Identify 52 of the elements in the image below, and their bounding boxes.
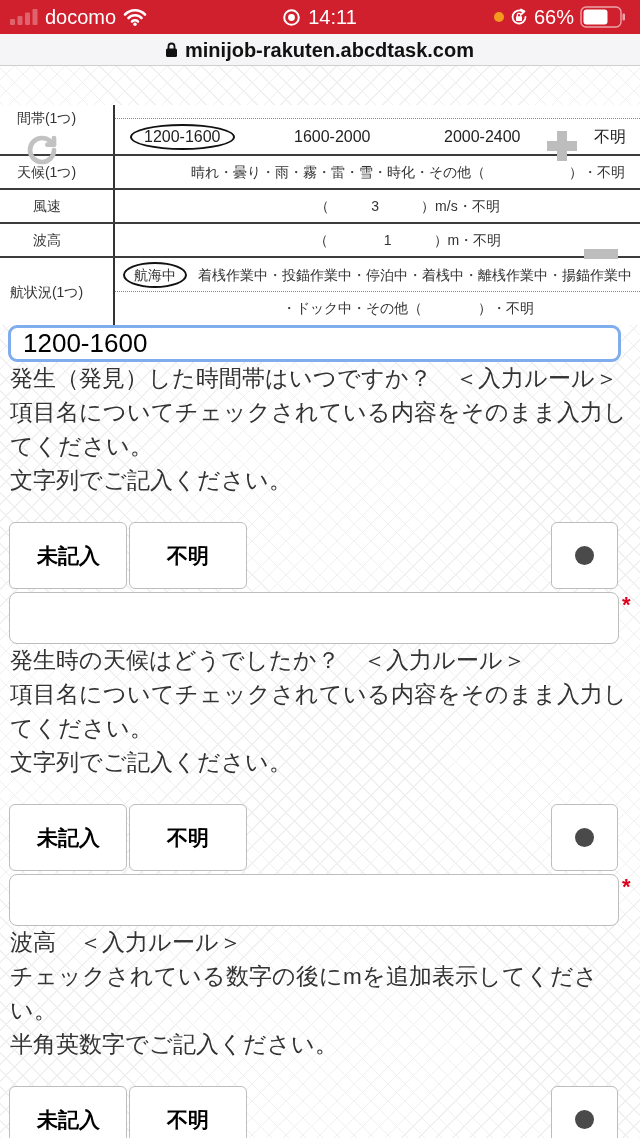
clock-time: 14:11 (308, 7, 357, 27)
answer-field[interactable]: 1200-1600 (8, 325, 621, 362)
battery-icon (580, 6, 626, 28)
answer-option-button[interactable]: 未記入 (9, 522, 127, 589)
question-text: 波高 ＜入力ルール＞ (9, 929, 243, 957)
form-label: 間帯(1つ) (16, 109, 77, 127)
dot-button[interactable] (551, 804, 618, 871)
lock-icon (166, 42, 177, 57)
form-text: （ 3 ）m/s・不明 (315, 196, 500, 216)
form-option: 1600-2000 (280, 123, 385, 150)
dot-button[interactable] (551, 522, 618, 589)
form-text: （ 1 ）m・不明 (313, 230, 502, 250)
form-option: 1200-1600 (130, 123, 235, 150)
required-mark: * (622, 594, 631, 616)
question-text: 発生（発見）した時間帯はいつですか？ ＜入力ルール＞ (9, 365, 619, 393)
rotate-icon (26, 134, 58, 166)
form-option: 着桟作業中・投錨作業中・停泊中・着桟中・離桟作業中・揚錨作業中 (187, 261, 640, 288)
rotation-lock-icon (509, 8, 528, 26)
input-rule-text: 項目名についてチェックされている内容をそのまま入力してください。 (9, 399, 628, 461)
format-note: 文字列でご記入ください。 (9, 749, 293, 777)
plus-icon (547, 131, 577, 161)
answer-option-button[interactable]: 不明 (129, 1086, 247, 1138)
form-option: 2000-2400 (430, 123, 535, 150)
required-mark: * (622, 876, 631, 898)
answer-option-button[interactable]: 未記入 (9, 1086, 127, 1138)
minus-icon (584, 249, 618, 259)
page-url[interactable]: minijob-rakuten.abcdtask.com (185, 39, 474, 60)
answer-option-button[interactable]: 未記入 (9, 804, 127, 871)
form-label: 波高 (32, 231, 61, 249)
wifi-icon (123, 8, 148, 26)
answer-option-button[interactable]: 不明 (129, 522, 247, 589)
form-label: 風速 (32, 197, 61, 215)
answer-field[interactable] (9, 592, 619, 644)
input-rule-text: 項目名についてチェックされている内容をそのまま入力してください。 (9, 681, 628, 743)
form-label: 天候(1つ) (16, 163, 77, 181)
form-text: 晴れ・曇り・雨・霧・雷・雪・時化・その他（ ）・不明 (190, 162, 625, 182)
format-note: 文字列でご記入ください。 (9, 467, 293, 495)
form-label: 航状況(1つ) (9, 282, 84, 301)
carrier-name: docomo (45, 7, 117, 27)
signal-bars-icon (10, 9, 38, 25)
form-option: 航海中 (123, 261, 187, 288)
battery-percent: 66% (533, 7, 574, 27)
question-text: 発生時の天候はどうでしたか？ ＜入力ルール＞ (9, 647, 527, 675)
form-option: 不明 (580, 123, 640, 150)
form-text: ・ドック中・その他（ ）・不明 (281, 299, 534, 318)
format-note: 半角英数字でご記入ください。 (9, 1031, 339, 1059)
zoom-in-button[interactable] (545, 129, 579, 163)
answer-field[interactable] (9, 874, 619, 926)
input-rule-text: チェックされている数字の後にmを追加表示してください。 (9, 963, 599, 1025)
dot-button[interactable] (551, 1086, 618, 1138)
record-icon (283, 8, 301, 26)
answer-option-button[interactable]: 不明 (129, 804, 247, 871)
